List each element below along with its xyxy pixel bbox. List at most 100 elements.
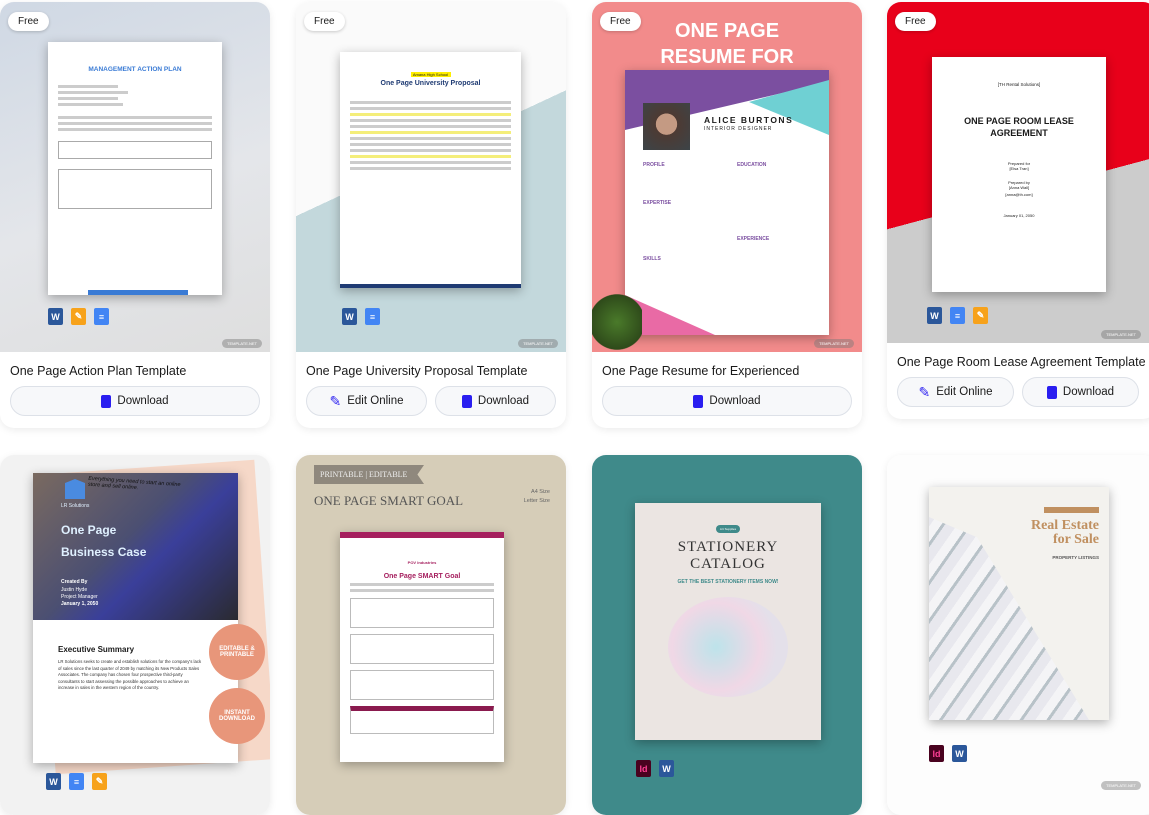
indesign-icon: Id [636, 760, 651, 777]
document-preview: Everything you need to start an online s… [33, 473, 238, 763]
download-button[interactable]: Download [602, 386, 852, 416]
stationery-photo [668, 597, 788, 697]
button-label: Download [117, 395, 169, 407]
resume-role: INTERIOR DESIGNER [704, 126, 773, 132]
template-thumbnail[interactable]: Free MANAGEMENT ACTION PLAN W ✎ ≡ TEMPLA… [0, 2, 270, 352]
author: Justin Hyde [61, 587, 88, 593]
watermark: TEMPLATE.NET [1101, 330, 1141, 339]
instant-download-badge: INSTANT DOWNLOAD [209, 688, 265, 744]
template-thumbnail[interactable]: Free [TH Rental Solutions] ONE PAGE ROOM… [887, 2, 1149, 343]
card-title[interactable]: One Page University Proposal Template [296, 352, 566, 386]
resume-section: PROFILE [643, 162, 665, 168]
resume-preview: ALICE BURTONS INTERIOR DESIGNER PROFILE … [625, 70, 829, 335]
date: January 1, 2050 [61, 601, 99, 607]
button-label: Download [709, 395, 761, 407]
catalog-subtitle: GET THE BEST STATIONERY ITEMS NOW! [677, 579, 779, 585]
word-icon: W [659, 760, 674, 777]
logo-icon [65, 479, 85, 499]
resume-name: ALICE BURTONS [704, 115, 794, 125]
download-button[interactable]: Download [435, 386, 556, 416]
template-thumbnail[interactable]: Real Estate for Sale PROPERTY LISTINGS I… [887, 455, 1149, 815]
resume-section: EXPERIENCE [737, 236, 770, 242]
heading: One Page [61, 523, 117, 537]
pages-icon: ✎ [71, 308, 86, 325]
brochure-preview: Real Estate for Sale PROPERTY LISTINGS [929, 487, 1109, 720]
thumb-heading: ONE PAGE SMART GOAL [314, 493, 464, 508]
doc-title: One Page SMART Goal [383, 573, 461, 580]
google-docs-icon: ≡ [365, 308, 380, 325]
download-button[interactable]: Download [1022, 377, 1139, 407]
template-card[interactable]: PRINTABLE | EDITABLE ONE PAGE SMART GOAL… [296, 455, 566, 815]
watermark: TEMPLATE.NET [814, 339, 854, 348]
card-title[interactable]: One Page Room Lease Agreement Template [887, 343, 1149, 377]
doc-author: [Anna Wall] [1008, 185, 1030, 190]
banner: PRINTABLE | EDITABLE [314, 465, 424, 484]
document-preview: MANAGEMENT ACTION PLAN [48, 42, 222, 295]
template-thumbnail[interactable]: PRINTABLE | EDITABLE ONE PAGE SMART GOAL… [296, 455, 566, 815]
pages-icon: ✎ [973, 307, 988, 324]
tagline: Everything you need to start an online s… [87, 475, 181, 492]
edit-online-button[interactable]: ✎ Edit Online [897, 377, 1014, 407]
download-file-icon [1046, 385, 1057, 399]
button-label: Download [1062, 386, 1115, 398]
watermark: TEMPLATE.NET [518, 339, 558, 348]
brochure-title: for Sale [1052, 532, 1099, 547]
indesign-icon: Id [929, 745, 944, 762]
doc-client: [Elsa Tran] [1009, 166, 1029, 171]
template-thumbnail[interactable]: Free ONE PAGE RESUME FOR EXPERIENCED ALI… [592, 2, 862, 352]
google-docs-icon: ≡ [69, 773, 84, 790]
button-label: Edit Online [936, 386, 993, 398]
template-card[interactable]: Everything you need to start an online s… [0, 455, 270, 815]
pencil-icon: ✎ [329, 392, 342, 409]
word-icon: W [342, 308, 357, 325]
card-title[interactable]: One Page Action Plan Template [0, 352, 270, 386]
company: LR Solutions [61, 503, 90, 509]
profile-photo [643, 103, 690, 150]
word-icon: W [46, 773, 61, 790]
word-icon: W [952, 745, 967, 762]
template-thumbnail[interactable]: Everything you need to start an online s… [0, 455, 270, 815]
doc-org: Amana High School [410, 72, 451, 77]
google-docs-icon: ≡ [950, 307, 965, 324]
button-label: Download [477, 395, 530, 407]
cover-photo: Everything you need to start an online s… [33, 473, 238, 620]
template-thumbnail[interactable]: Free Amana High School One Page Universi… [296, 2, 566, 352]
template-card[interactable]: Free ONE PAGE RESUME FOR EXPERIENCED ALI… [592, 2, 862, 428]
template-card[interactable]: Free MANAGEMENT ACTION PLAN W ✎ ≡ TEMPLA… [0, 2, 270, 428]
document-preview: [TH Rental Solutions] ONE PAGE ROOM LEAS… [932, 57, 1106, 292]
download-file-icon [693, 394, 704, 408]
download-button[interactable]: Download [10, 386, 260, 416]
resume-section: EXPERTISE [643, 200, 672, 206]
document-preview: Amana High School One Page University Pr… [340, 52, 521, 288]
pages-icon: ✎ [92, 773, 107, 790]
edit-online-button[interactable]: ✎ Edit Online [306, 386, 427, 416]
brochure-subtitle: PROPERTY LISTINGS [1052, 555, 1099, 560]
plant-decoration [592, 292, 642, 352]
card-title[interactable]: One Page Resume for Experienced [592, 352, 862, 386]
download-file-icon [101, 394, 112, 408]
watermark: TEMPLATE.NET [1101, 781, 1141, 790]
template-card[interactable]: Free [TH Rental Solutions] ONE PAGE ROOM… [887, 2, 1149, 419]
tag-bar [1044, 507, 1099, 513]
doc-heading: One Page University Proposal [380, 80, 481, 87]
word-icon: W [48, 308, 63, 325]
doc-email: [anna@th.com] [1005, 192, 1033, 197]
document-preview: POV Industries One Page SMART Goal [340, 532, 504, 762]
free-badge: Free [895, 12, 936, 31]
pencil-icon: ✎ [918, 383, 931, 400]
doc-heading: MANAGEMENT ACTION PLAN [88, 66, 182, 73]
template-thumbnail[interactable]: Art Supplies STATIONERY CATALOG GET THE … [592, 455, 862, 815]
section-body: LR Solutions seeks to create and establi… [58, 659, 202, 690]
doc-heading: ONE PAGE ROOM LEASE AGREEMENT [964, 116, 1074, 138]
free-badge: Free [304, 12, 345, 31]
template-card[interactable]: Art Supplies STATIONERY CATALOG GET THE … [592, 455, 862, 815]
size-label: A4 Size [531, 489, 550, 495]
free-badge: Free [600, 12, 641, 31]
template-card[interactable]: Real Estate for Sale PROPERTY LISTINGS I… [887, 455, 1149, 815]
catalog-pill: Art Supplies [716, 525, 740, 533]
watermark: TEMPLATE.NET [222, 339, 262, 348]
author-role: Project Manager [61, 594, 98, 600]
resume-section: SKILLS [643, 256, 661, 262]
download-file-icon [461, 394, 472, 408]
template-card[interactable]: Free Amana High School One Page Universi… [296, 2, 566, 428]
